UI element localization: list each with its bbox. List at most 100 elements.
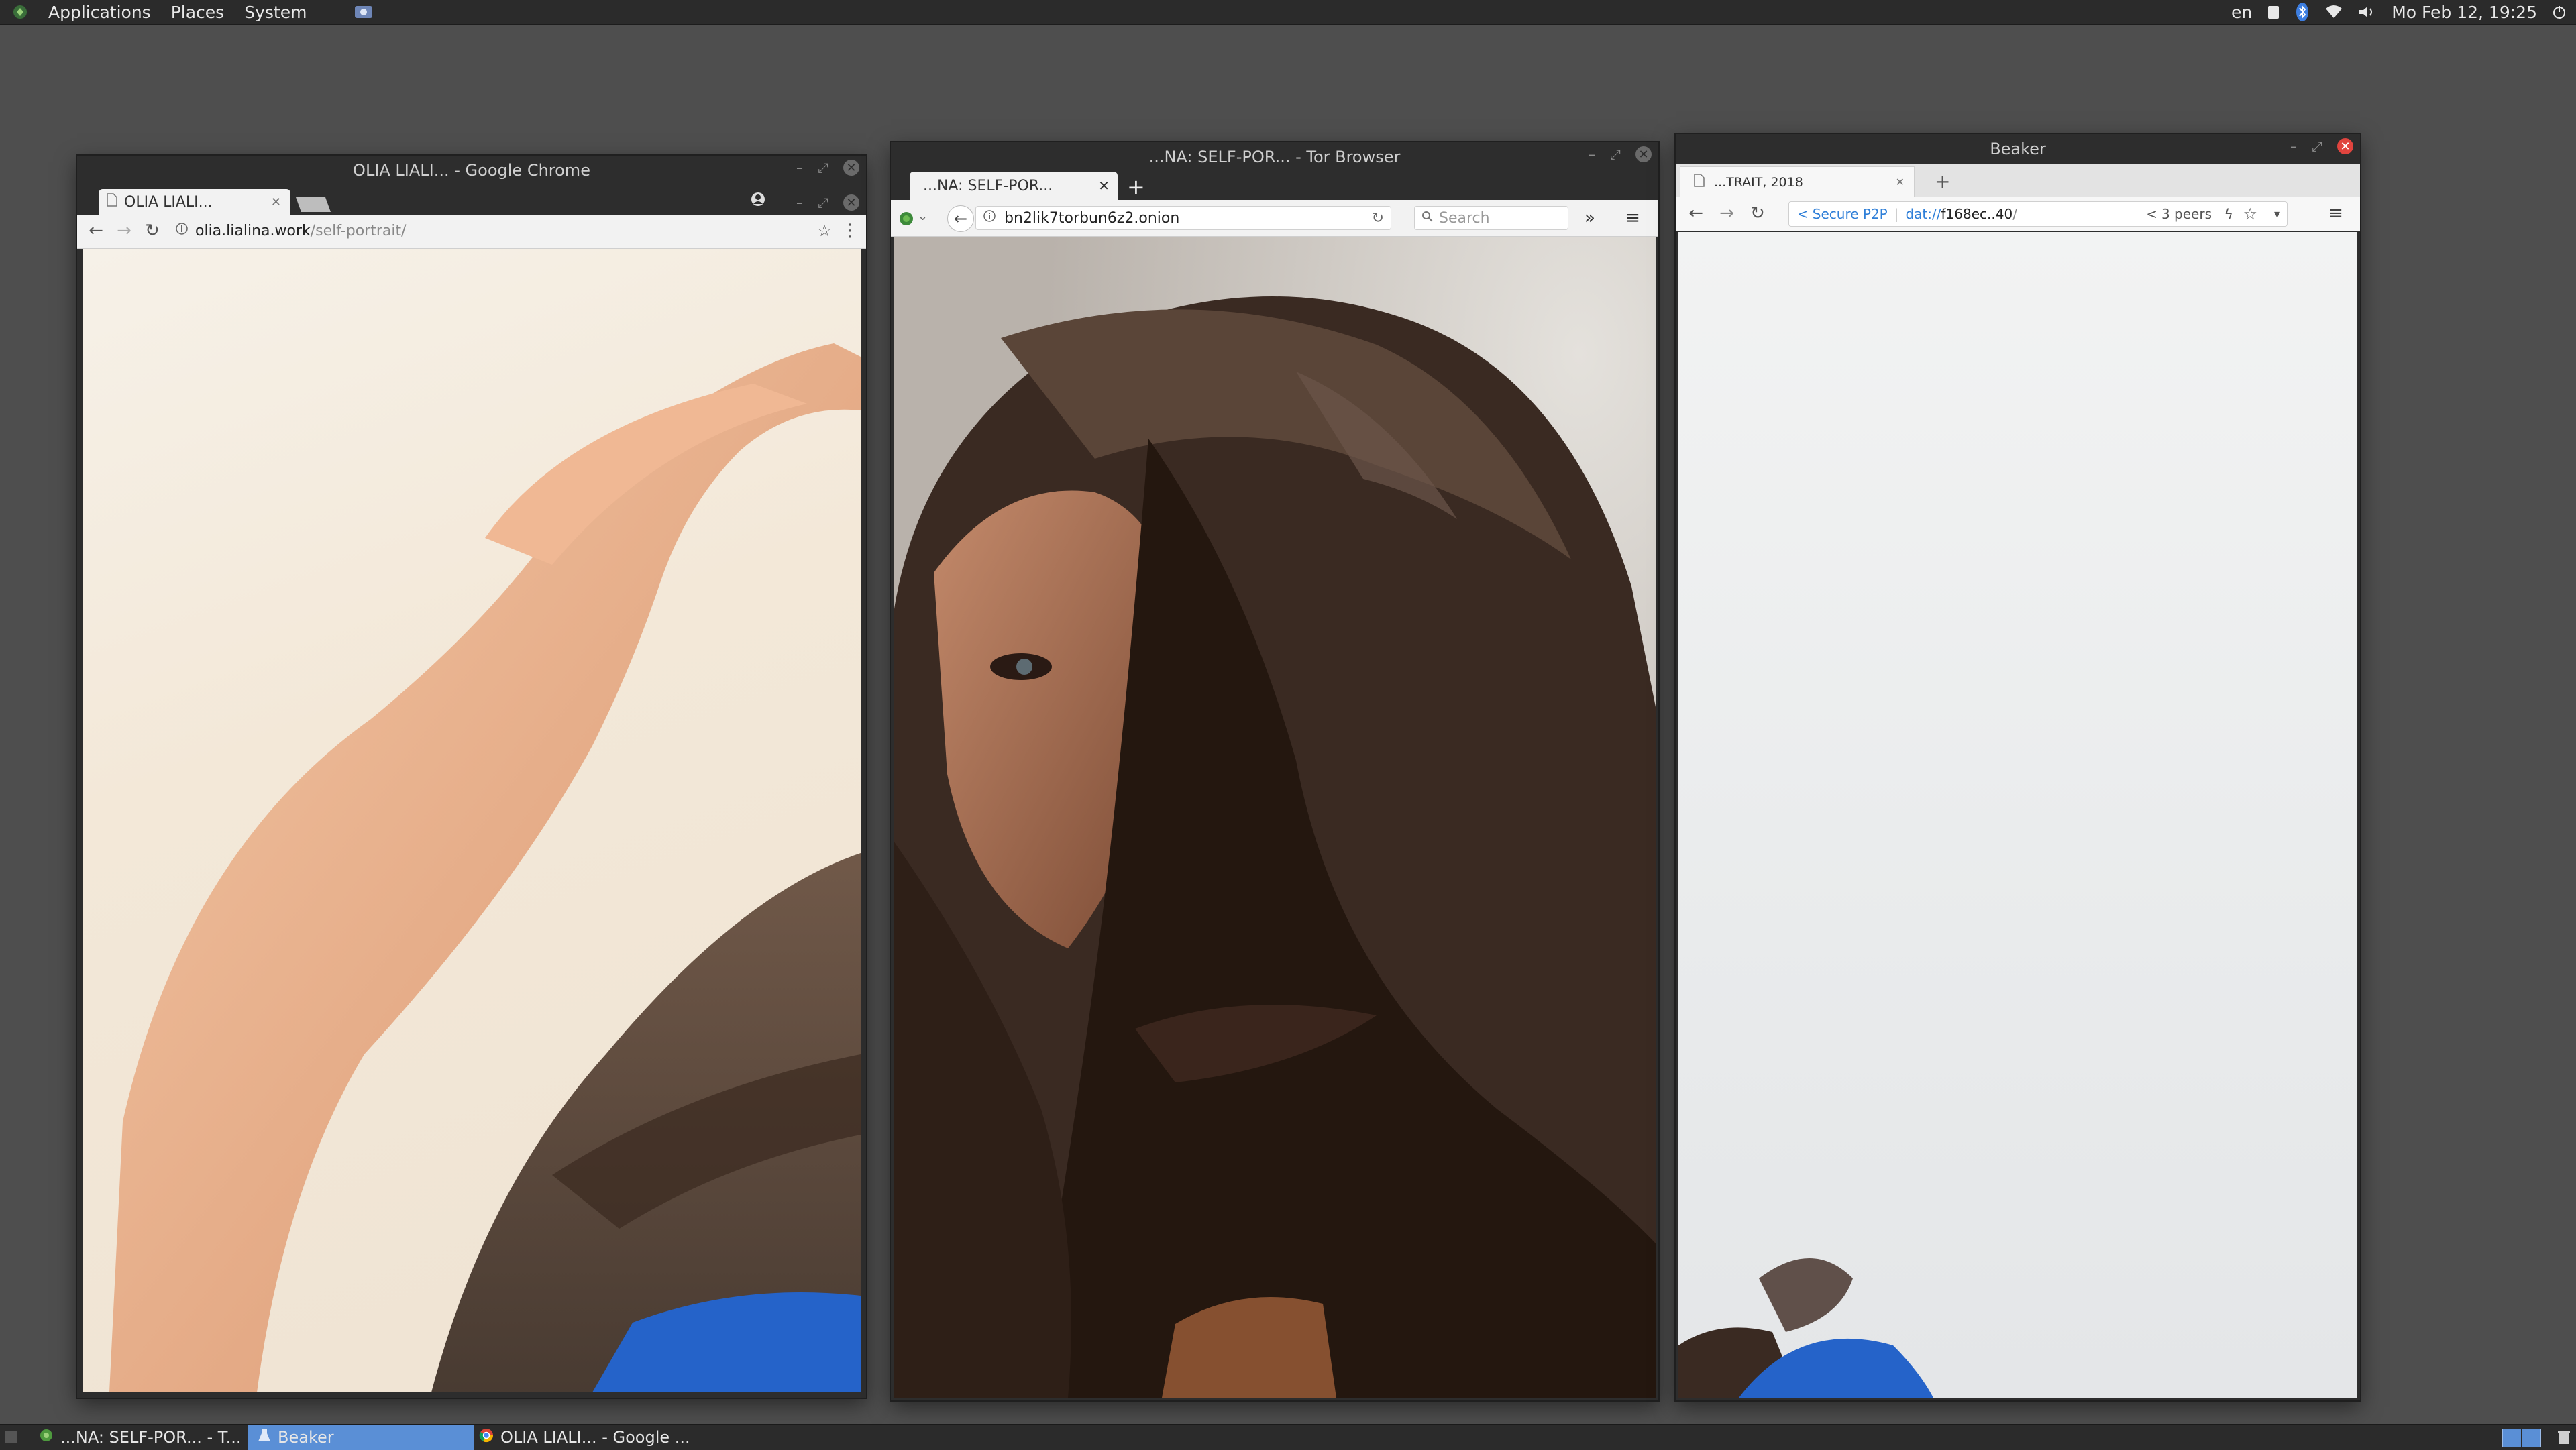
beaker-tab-label: ...TRAIT, 2018 xyxy=(1714,174,1803,190)
screenshot-app-icon[interactable] xyxy=(351,3,376,21)
onion-icon[interactable] xyxy=(898,209,915,229)
maximize-icon[interactable]: ⤢ xyxy=(818,160,828,176)
chrome-window[interactable]: OLIA LIALI... - Google Chrome – ⤢ ✕ OLIA… xyxy=(77,156,866,1398)
taskbar-item-beaker[interactable]: Beaker xyxy=(248,1425,474,1450)
beaker-page-content[interactable] xyxy=(1678,232,2357,1398)
workspace-icon[interactable] xyxy=(2502,1429,2541,1447)
beaker-titlebar[interactable]: Beaker – ⤢ ✕ xyxy=(1676,134,2360,164)
url-slash: / xyxy=(2012,206,2017,222)
search-icon xyxy=(1421,210,1434,227)
system-menu[interactable]: System xyxy=(241,3,309,22)
tor-window-title: ...NA: SELF-POR... - Tor Browser xyxy=(1148,148,1401,166)
bluetooth-icon[interactable] xyxy=(2295,2,2310,22)
tor-tab[interactable]: ...NA: SELF-POR... ✕ xyxy=(910,172,1118,200)
taskbar: ...NA: SELF-POR... - T... Beaker OLIA LI… xyxy=(0,1424,2576,1450)
tor-window-controls: – ⤢ ✕ xyxy=(1589,146,1652,162)
beaker-window[interactable]: Beaker – ⤢ ✕ ...TRAIT, 2018 ✕ + ← → ↻ < … xyxy=(1676,134,2360,1400)
share-icon: < xyxy=(2146,206,2157,222)
chrome-titlebar[interactable]: OLIA LIALI... - Google Chrome – ⤢ ✕ xyxy=(77,156,866,185)
taskbar-item-label: OLIA LIALI... - Google ... xyxy=(500,1428,690,1447)
onion-icon xyxy=(39,1428,54,1447)
url-path: /self-portrait/ xyxy=(310,222,407,239)
show-desktop-icon[interactable] xyxy=(5,1431,17,1443)
forward-icon[interactable]: → xyxy=(1715,201,1739,225)
close-icon[interactable]: ✕ xyxy=(271,195,281,209)
taskbar-item-tor[interactable]: ...NA: SELF-POR... - T... xyxy=(30,1425,252,1450)
applications-menu[interactable]: Applications xyxy=(46,3,154,22)
hamburger-icon[interactable]: ≡ xyxy=(1621,206,1645,230)
minimize-icon[interactable]: – xyxy=(2290,138,2297,154)
panel-menu: Applications Places System xyxy=(9,3,376,22)
hamburger-icon[interactable]: ≡ xyxy=(2322,201,2349,225)
tor-search-placeholder: Search xyxy=(1439,209,1490,227)
chrome-window-title: OLIA LIALI... - Google Chrome xyxy=(353,161,590,180)
info-icon[interactable] xyxy=(175,222,189,239)
star-icon[interactable]: ☆ xyxy=(812,219,837,243)
chrome-tabstrip: OLIA LIALI... ✕ – ⤢ ✕ xyxy=(77,185,866,215)
url-divider: | xyxy=(1894,206,1899,222)
chrome-inner-controls: – ⤢ ✕ xyxy=(796,194,859,211)
forward-icon[interactable]: → xyxy=(112,219,136,243)
menu-logo-icon[interactable] xyxy=(9,4,31,20)
chrome-tab[interactable]: OLIA LIALI... ✕ xyxy=(99,189,290,215)
new-tab-button[interactable] xyxy=(295,197,331,212)
peers-indicator[interactable]: < 3 peers xyxy=(2146,206,2212,222)
tor-window[interactable]: ...NA: SELF-POR... - Tor Browser – ⤢ ✕ .… xyxy=(891,142,1658,1400)
minimize-icon[interactable]: – xyxy=(1589,146,1595,162)
chrome-window-controls: – ⤢ ✕ xyxy=(796,160,859,176)
clipboard-icon[interactable] xyxy=(2267,4,2280,20)
tor-toolbar: ⌄ ← bn2lik7torbun6z2.onion ↻ Search » ≡ xyxy=(891,200,1658,237)
chevron-down-icon[interactable]: ⌄ xyxy=(918,209,928,223)
clock[interactable]: Mo Feb 12, 19:25 xyxy=(2392,3,2537,22)
tor-urlbar[interactable]: bn2lik7torbun6z2.onion ↻ xyxy=(975,206,1391,230)
tor-titlebar[interactable]: ...NA: SELF-POR... - Tor Browser – ⤢ ✕ xyxy=(891,142,1658,172)
reload-icon[interactable]: ↻ xyxy=(140,219,164,243)
places-menu[interactable]: Places xyxy=(168,3,227,22)
chrome-omnibox[interactable]: olia.lialina.work/self-portrait/ xyxy=(175,219,819,243)
wifi-icon[interactable] xyxy=(2324,5,2343,19)
panel-status-area: en Mo Feb 12, 19:25 xyxy=(2231,0,2567,24)
chrome-tab-label: OLIA LIALI... xyxy=(124,193,213,211)
reload-icon[interactable]: ↻ xyxy=(1372,210,1384,227)
minimize-icon[interactable]: – xyxy=(796,160,803,176)
taskbar-item-chrome[interactable]: OLIA LIALI... - Google ... xyxy=(470,1425,707,1450)
beaker-tab[interactable]: ...TRAIT, 2018 ✕ xyxy=(1680,166,1915,197)
maximize-icon[interactable]: ⤢ xyxy=(2312,138,2322,154)
close-icon[interactable]: ✕ xyxy=(843,160,859,176)
back-icon[interactable]: ← xyxy=(84,219,108,243)
star-icon[interactable]: ☆ xyxy=(2243,205,2257,223)
back-icon[interactable]: ← xyxy=(1684,201,1708,225)
overflow-icon[interactable]: » xyxy=(1578,206,1602,230)
url-host: f168ec..40 xyxy=(1941,206,2013,222)
new-tab-icon[interactable]: + xyxy=(1935,170,1950,192)
info-icon[interactable] xyxy=(983,209,996,227)
profile-icon[interactable] xyxy=(751,192,765,209)
beaker-urlbar[interactable]: < Secure P2P | dat://f168ec..40/ < 3 pee… xyxy=(1788,201,2288,227)
close-icon[interactable]: ✕ xyxy=(1896,176,1904,188)
keyboard-layout[interactable]: en xyxy=(2231,3,2252,22)
tor-page-content[interactable] xyxy=(894,237,1656,1398)
tor-search-box[interactable]: Search xyxy=(1414,206,1568,230)
more-icon[interactable]: ⋮ xyxy=(838,219,862,243)
close-icon[interactable]: ✕ xyxy=(2337,138,2353,154)
maximize-icon[interactable]: ⤢ xyxy=(818,194,828,211)
chrome-page-content[interactable] xyxy=(83,249,861,1392)
back-icon[interactable]: ← xyxy=(947,205,974,232)
taskbar-item-label: ...NA: SELF-POR... - T... xyxy=(60,1428,241,1447)
peers-count: 3 peers xyxy=(2161,206,2212,222)
close-icon[interactable]: ✕ xyxy=(843,194,859,211)
maximize-icon[interactable]: ⤢ xyxy=(1610,146,1621,162)
minimize-icon[interactable]: – xyxy=(796,194,803,211)
bolt-icon[interactable]: ϟ xyxy=(2224,206,2233,222)
chevron-down-icon[interactable]: ▾ xyxy=(2274,207,2280,221)
volume-icon[interactable] xyxy=(2358,5,2377,19)
close-icon[interactable]: ✕ xyxy=(1635,146,1652,162)
power-icon[interactable] xyxy=(2552,5,2567,19)
secure-p2p-label[interactable]: Secure P2P xyxy=(1813,206,1888,222)
chrome-app-icon xyxy=(479,1428,494,1447)
close-icon[interactable]: ✕ xyxy=(1098,178,1110,194)
new-tab-icon[interactable]: + xyxy=(1127,174,1145,200)
hair-photo xyxy=(894,237,1656,1398)
trash-icon[interactable] xyxy=(2557,1430,2571,1449)
reload-icon[interactable]: ↻ xyxy=(1746,201,1770,225)
